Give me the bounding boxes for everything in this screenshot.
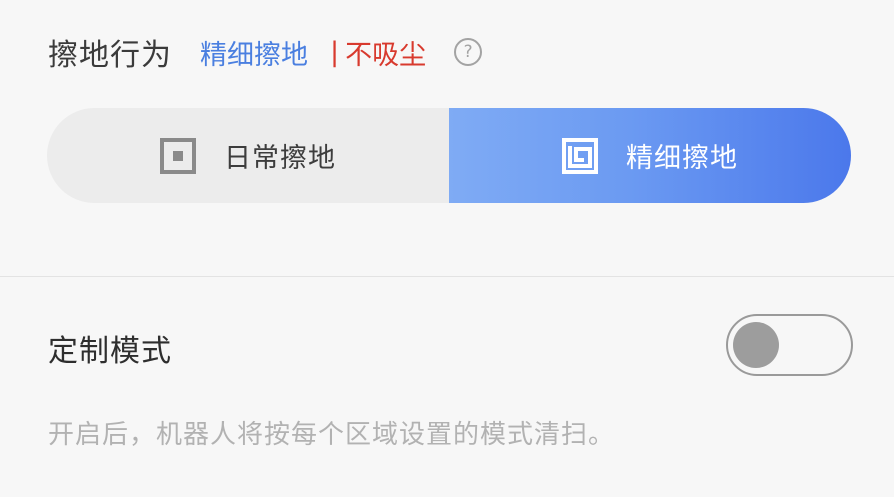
daily-mopping-option[interactable]: 日常擦地 <box>47 108 449 203</box>
help-icon[interactable]: ? <box>454 38 483 66</box>
mopping-behavior-header: 擦地行为 精细擦地 | 不吸尘 ? <box>48 30 483 74</box>
mopping-mode-selector: 日常擦地 精细擦地 <box>47 108 851 203</box>
custom-mode-toggle[interactable] <box>726 314 853 376</box>
mopping-behavior-title: 擦地行为 <box>48 38 172 73</box>
custom-mode-description: 开启后，机器人将按每个区域设置的模式清扫。 <box>48 420 616 450</box>
fine-mopping-option[interactable]: 精细擦地 <box>449 108 851 203</box>
square-dot-icon <box>160 137 196 174</box>
square-spiral-icon <box>562 137 598 174</box>
current-mode-name: 精细擦地 <box>200 39 308 71</box>
daily-mopping-label: 日常擦地 <box>224 143 336 174</box>
mode-separator: | <box>330 36 340 68</box>
toggle-knob <box>733 322 779 368</box>
help-icon-glyph: ? <box>463 41 473 62</box>
section-divider <box>0 276 894 277</box>
custom-mode-title: 定制模式 <box>48 334 172 369</box>
fine-mopping-label: 精细擦地 <box>626 143 738 174</box>
no-vacuum-warning: 不吸尘 <box>345 39 427 71</box>
